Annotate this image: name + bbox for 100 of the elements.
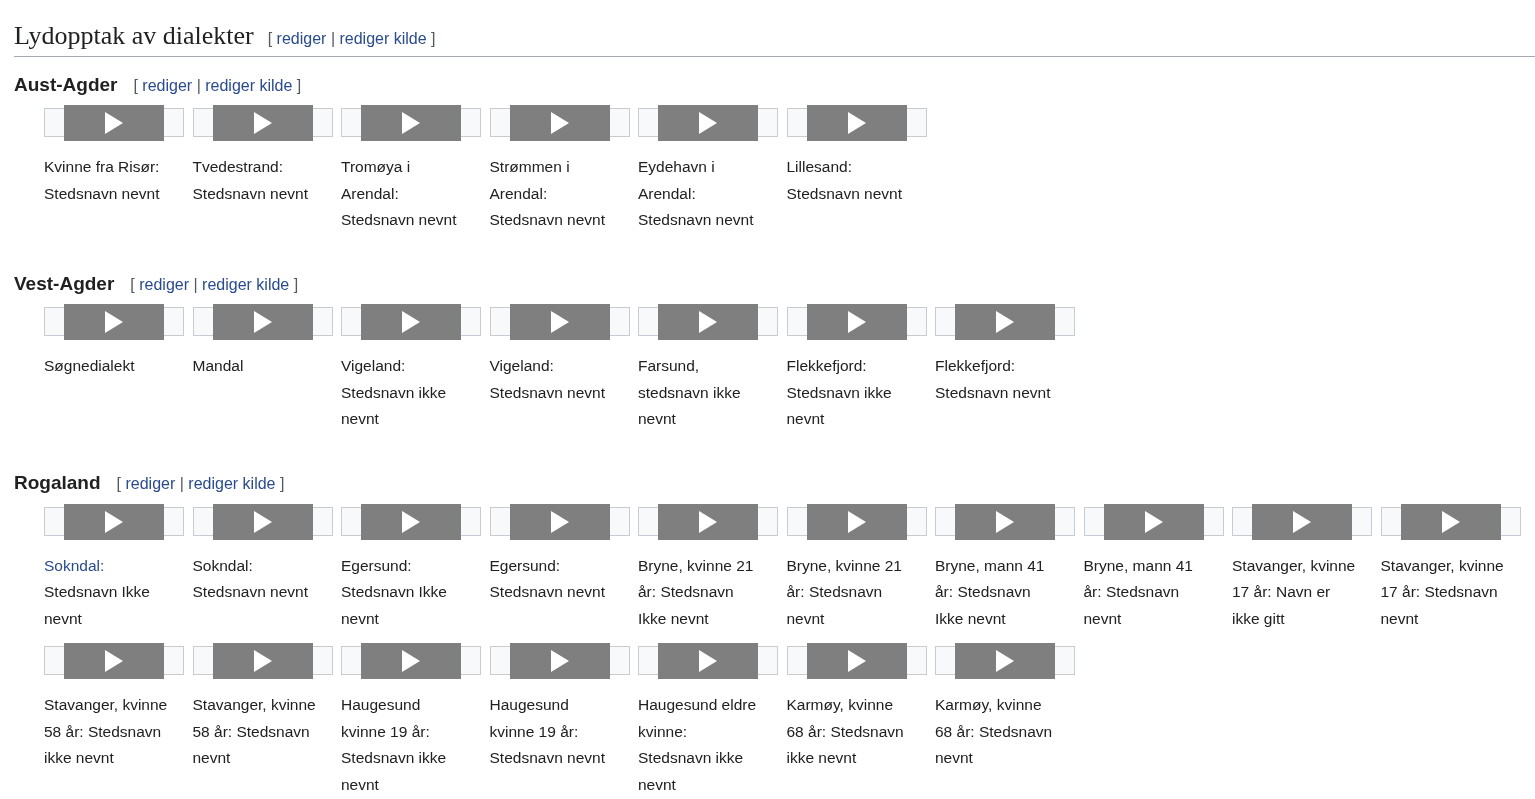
recording-caption: Strømmen i Arendal: Stedsnavn nevnt — [489, 157, 606, 231]
play-icon — [550, 510, 569, 533]
audio-player-track[interactable] — [638, 108, 778, 138]
play-button[interactable] — [64, 304, 164, 341]
audio-player-track[interactable] — [192, 307, 333, 337]
separator: | — [330, 30, 336, 47]
play-button[interactable] — [509, 643, 610, 680]
recording-caption: Mandal — [192, 356, 245, 377]
recording-caption: Sokndal: Stedsnavn Ikke nevnt — [44, 555, 151, 629]
play-icon — [402, 112, 420, 135]
play-button[interactable] — [806, 503, 907, 540]
play-button[interactable] — [1400, 503, 1501, 540]
play-button[interactable] — [658, 503, 758, 540]
audio-player-track[interactable] — [489, 307, 630, 337]
recording-caption: Karmøy, kvinne 68 år: Stedsnavn ikke nevnt — [786, 695, 905, 769]
audio-player-track[interactable] — [44, 307, 184, 337]
bracket: ] — [431, 30, 436, 47]
edit-link[interactable]: rediger kilde — [205, 76, 293, 94]
edit-link[interactable]: rediger — [142, 76, 193, 94]
play-button[interactable] — [64, 105, 164, 142]
play-button[interactable] — [361, 643, 461, 680]
play-button[interactable] — [658, 304, 758, 341]
edit-link[interactable]: rediger kilde — [339, 30, 427, 47]
audio-player-track[interactable] — [786, 646, 927, 676]
play-button[interactable] — [361, 503, 461, 540]
play-button[interactable] — [806, 105, 907, 142]
play-button[interactable] — [361, 304, 461, 341]
play-button[interactable] — [509, 503, 610, 540]
bracket: ] — [296, 76, 302, 94]
place-link[interactable]: Sokndal: — [44, 556, 105, 574]
bracket: [ — [267, 30, 273, 47]
play-icon — [996, 510, 1014, 533]
play-icon — [550, 112, 569, 135]
play-button[interactable] — [212, 643, 313, 680]
edit-link[interactable]: rediger kilde — [188, 474, 276, 492]
play-button[interactable] — [1103, 503, 1204, 540]
play-icon — [105, 510, 123, 533]
play-button[interactable] — [64, 643, 164, 680]
audio-player-track[interactable] — [341, 307, 481, 337]
audio-player-track[interactable] — [44, 646, 184, 676]
edit-link[interactable]: rediger — [139, 275, 190, 293]
play-button[interactable] — [806, 643, 907, 680]
play-button[interactable] — [509, 304, 610, 341]
region-heading: Aust-Agder — [14, 72, 118, 97]
audio-player-track[interactable] — [935, 307, 1075, 337]
audio-player-track[interactable] — [44, 108, 184, 138]
bracket: [ — [133, 76, 138, 94]
edit-link[interactable]: rediger kilde — [202, 275, 290, 293]
play-icon — [402, 650, 420, 673]
play-icon — [402, 510, 420, 533]
play-button[interactable] — [212, 105, 313, 142]
recording-caption: Tvedestrand: Stedsnavn nevnt — [192, 157, 309, 204]
play-button[interactable] — [806, 304, 907, 341]
recording-caption: Karmøy, kvinne 68 år: Stedsnavn nevnt — [935, 695, 1054, 769]
recording-caption: Flekkefjord: Stedsnavn ikke nevnt — [786, 356, 893, 430]
play-button[interactable] — [955, 643, 1055, 680]
recording-caption: Vigeland: Stedsnavn nevnt — [489, 356, 606, 403]
play-icon — [253, 510, 272, 533]
bracket: [ — [116, 474, 121, 492]
bracket: ] — [293, 275, 299, 293]
play-button[interactable] — [64, 503, 164, 540]
recording-caption: Egersund: Stedsnavn nevnt — [489, 555, 606, 603]
play-button[interactable] — [212, 304, 313, 341]
play-button[interactable] — [212, 503, 313, 540]
play-button[interactable] — [955, 503, 1055, 540]
play-button[interactable] — [1252, 503, 1352, 540]
recording-caption: Bryne, mann 41 år: Stedsnavn nevnt — [1083, 555, 1194, 629]
audio-player-track[interactable] — [638, 646, 778, 676]
audio-player-track[interactable] — [341, 108, 481, 138]
audio-player-track[interactable] — [786, 307, 927, 337]
play-icon — [253, 311, 272, 334]
play-icon — [253, 112, 272, 135]
recording-caption: Stavanger, kvinne 17 år: Navn er ikke gitt — [1232, 555, 1357, 629]
recording-caption: Bryne, kvinne 21 år: Stedsnavn nevnt — [786, 555, 903, 629]
play-icon — [402, 311, 420, 334]
audio-player-track[interactable] — [638, 307, 778, 337]
recording-caption: Haugesund kvinne 19 år: Stedsnavn ikke nevnt — [341, 695, 448, 795]
audio-player-track[interactable] — [489, 108, 630, 138]
play-icon — [847, 650, 866, 673]
edit-link[interactable]: rediger — [125, 474, 176, 492]
audio-player-track[interactable] — [192, 646, 333, 676]
play-button[interactable] — [955, 304, 1055, 341]
play-icon — [253, 650, 272, 673]
recording-caption: Sokndal: Stedsnavn nevnt — [192, 555, 309, 603]
play-icon — [1441, 510, 1460, 533]
play-button[interactable] — [658, 643, 758, 680]
audio-player-track[interactable] — [935, 646, 1075, 676]
audio-player-track[interactable] — [341, 646, 481, 676]
bracket: [ — [130, 275, 135, 293]
audio-player-track[interactable] — [489, 646, 630, 676]
audio-player-track[interactable] — [786, 108, 927, 138]
play-button[interactable] — [509, 105, 610, 142]
audio-player-track[interactable] — [192, 108, 333, 138]
edit-link[interactable]: rediger — [276, 30, 327, 47]
recording-caption: Eydehavn i Arendal: Stedsnavn nevnt — [638, 157, 755, 231]
recording-caption: Bryne, mann 41 år: Stedsnavn Ikke nevnt — [935, 555, 1046, 629]
play-button[interactable] — [361, 105, 461, 142]
recording-caption: Vigeland: Stedsnavn ikke nevnt — [341, 356, 448, 430]
play-icon — [550, 311, 569, 334]
play-button[interactable] — [658, 105, 758, 142]
